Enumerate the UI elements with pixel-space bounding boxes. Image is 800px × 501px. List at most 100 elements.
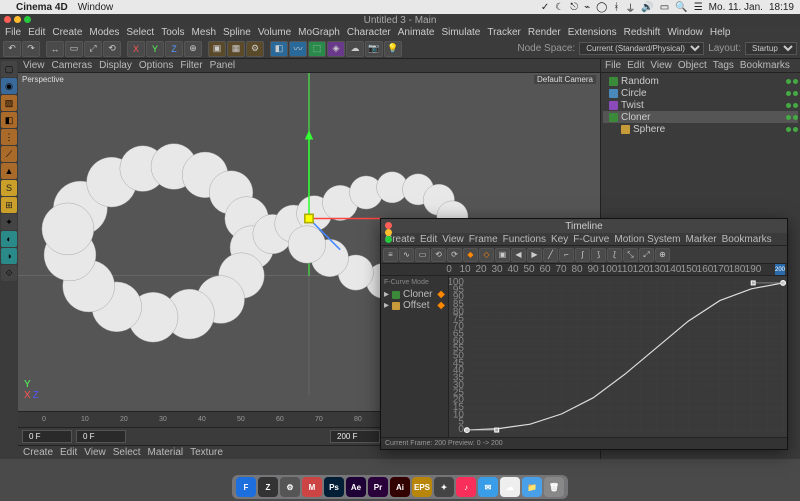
dock-app[interactable]: Ps [324, 477, 344, 497]
node-space-select[interactable]: Current (Standard/Physical) [579, 42, 704, 55]
tl-auto-button[interactable]: ⟳ [447, 248, 462, 262]
object-tree-item[interactable]: Cloner [603, 111, 798, 123]
timeline-menu-item[interactable]: Functions [503, 234, 546, 245]
dock-app[interactable]: ☁ [500, 477, 520, 497]
app-name[interactable]: Cinema 4D [16, 2, 68, 13]
dock-app[interactable]: 📁 [522, 477, 542, 497]
fcurve-graph[interactable]: 1009590858075706560555045403530252015105… [449, 276, 787, 437]
app-menu-item[interactable]: Extensions [568, 27, 617, 38]
render-dot[interactable] [793, 79, 798, 84]
app-menu-item[interactable]: Redshift [624, 27, 661, 38]
primitive-button[interactable]: ◧ [270, 41, 288, 57]
model-mode-icon[interactable]: ▢ [1, 61, 17, 77]
tl-break-button[interactable]: ⤢ [639, 248, 654, 262]
light-button[interactable]: 💡 [384, 41, 402, 57]
obj-manager-menu-item[interactable]: View [650, 60, 672, 71]
view-menu-item[interactable]: Display [99, 60, 132, 71]
app-menu-item[interactable]: Mesh [192, 27, 216, 38]
tl-step-button[interactable]: ⌐ [559, 248, 574, 262]
generator-button[interactable]: ⬚ [308, 41, 326, 57]
tl-key-button[interactable]: ◆ [463, 248, 478, 262]
app-menu-item[interactable]: Window [667, 27, 703, 38]
app-menu-item[interactable]: Character [347, 27, 391, 38]
tl-mode-button[interactable]: ≡ [383, 248, 398, 262]
current-frame-field[interactable] [76, 430, 126, 443]
status-icon[interactable]: ⎋ [570, 2, 578, 13]
tl-ease-button[interactable]: ⟆ [591, 248, 606, 262]
axis-z-button[interactable]: Z [165, 41, 183, 57]
dock-app[interactable]: ✉ [478, 477, 498, 497]
status-icon[interactable]: ⌁ [584, 2, 590, 13]
timeline-menu-item[interactable]: View [442, 234, 464, 245]
tl-fcurve-button[interactable]: ∿ [399, 248, 414, 262]
app-menu-item[interactable]: Edit [28, 27, 45, 38]
key-icon[interactable]: ◆ [437, 300, 445, 311]
visibility-dot[interactable] [786, 127, 791, 132]
obj-manager-menu-item[interactable]: Object [678, 60, 707, 71]
fcurve-tree[interactable]: F-Curve Mode ▸Cloner◆▸Offset◆ [381, 276, 449, 437]
fcurve-tree-item[interactable]: ▸Offset◆ [384, 300, 445, 311]
render-settings-button[interactable]: ⚙ [246, 41, 264, 57]
dock-app[interactable]: ⚙ [280, 477, 300, 497]
fcurve-tree-item[interactable]: ▸Cloner◆ [384, 289, 445, 300]
tl-next-button[interactable]: ▶ [527, 248, 542, 262]
undo-button[interactable]: ↶ [3, 41, 21, 57]
material-tab[interactable]: View [84, 447, 106, 458]
volume-icon[interactable]: 🔊 [641, 2, 653, 13]
wifi-icon[interactable]: ⏚ [625, 0, 635, 15]
dock-app[interactable]: F [236, 477, 256, 497]
app-menu-item[interactable]: Volume [258, 27, 291, 38]
menubar-date[interactable]: Mo. 11. Jan. [709, 2, 763, 13]
dock-app[interactable]: ♪ [456, 477, 476, 497]
app-menu-item[interactable]: MoGraph [298, 27, 340, 38]
material-tab[interactable]: Edit [60, 447, 77, 458]
control-center-icon[interactable]: ☰ [694, 2, 703, 13]
dock-app[interactable]: M [302, 477, 322, 497]
obj-manager-menu-item[interactable]: Tags [713, 60, 734, 71]
camera-button[interactable]: 📷 [365, 41, 383, 57]
render-dot[interactable] [793, 103, 798, 108]
axis-y-button[interactable]: Y [146, 41, 164, 57]
tl-motion-button[interactable]: ▭ [415, 248, 430, 262]
snap-grid-icon[interactable]: ⊞ [1, 197, 17, 213]
texture-mode-icon[interactable]: ▨ [1, 95, 17, 111]
menubar-time[interactable]: 18:19 [769, 2, 794, 13]
minimize-button[interactable] [14, 16, 21, 23]
dock-app[interactable]: Ai [390, 477, 410, 497]
object-mode-icon[interactable]: ◉ [1, 78, 17, 94]
environment-button[interactable]: ☁ [346, 41, 364, 57]
object-tree[interactable]: RandomCircleTwistClonerSphere [601, 73, 800, 137]
tl-spline-button[interactable]: ∫ [575, 248, 590, 262]
app-menu-item[interactable]: Render [528, 27, 561, 38]
timeline-menu-item[interactable]: Frame [469, 234, 498, 245]
dock-app[interactable]: Pr [368, 477, 388, 497]
view-menu-item[interactable]: Options [139, 60, 173, 71]
start-frame-field[interactable] [22, 430, 72, 443]
timeline-menu-item[interactable]: Key [551, 234, 568, 245]
battery-icon[interactable]: ▭ [660, 2, 669, 13]
app-menu-item[interactable]: Create [52, 27, 82, 38]
spline-button[interactable]: 〰 [289, 41, 307, 57]
xray-icon[interactable]: ◑ [1, 248, 17, 264]
visibility-dot[interactable] [786, 103, 791, 108]
deformer-button[interactable]: ◈ [327, 41, 345, 57]
polygon-mode-icon[interactable]: ▲ [1, 163, 17, 179]
app-menu-item[interactable]: Modes [89, 27, 119, 38]
render-dot[interactable] [793, 115, 798, 120]
app-menu-item[interactable]: Spline [223, 27, 251, 38]
timeline-frame-ruler[interactable]: 200 010203040506070809010011012013014015… [381, 264, 787, 276]
tool-icon[interactable]: ✦ [1, 214, 17, 230]
dock-app[interactable]: Ae [346, 477, 366, 497]
workplane-icon[interactable]: ◧ [1, 112, 17, 128]
timeline-menu-item[interactable]: Bookmarks [722, 234, 772, 245]
render-view-button[interactable]: ▣ [208, 41, 226, 57]
move-tool[interactable]: ↔ [46, 41, 64, 57]
app-menu-item[interactable]: Simulate [441, 27, 480, 38]
app-menu-item[interactable]: Tools [161, 27, 184, 38]
dock-app[interactable]: ✦ [434, 477, 454, 497]
material-tab[interactable]: Select [113, 447, 141, 458]
layout-select[interactable]: Startup [745, 42, 797, 55]
render-dot[interactable] [793, 91, 798, 96]
close-button[interactable] [4, 16, 11, 23]
tl-frame-button[interactable]: ▣ [495, 248, 510, 262]
